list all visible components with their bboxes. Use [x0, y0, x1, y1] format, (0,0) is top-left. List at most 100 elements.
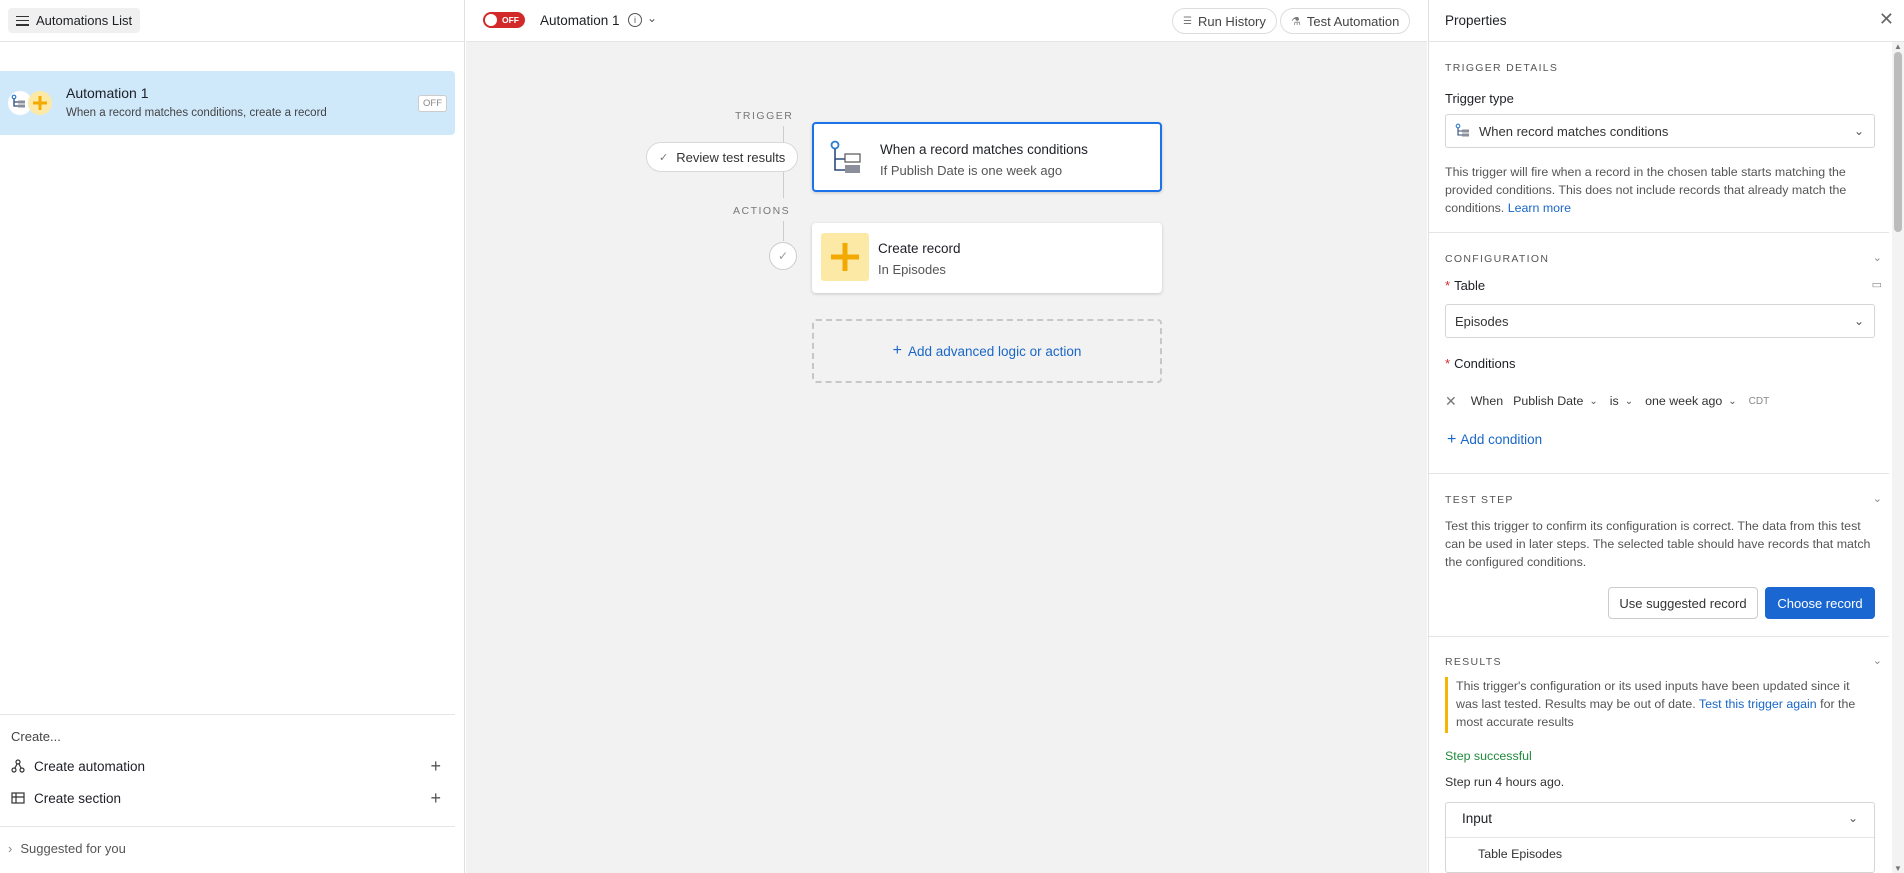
properties-scrollbar[interactable]: ▲ ▼ [1892, 42, 1904, 873]
trigger-label: TRIGGER [735, 110, 794, 122]
condition-operator[interactable]: is [1610, 394, 1619, 408]
plus-icon: + [892, 342, 902, 359]
chevron-down-icon[interactable]: ⌄ [1873, 251, 1882, 264]
test-automation-label: Test Automation [1306, 13, 1400, 29]
automation-toggle[interactable]: OFF [483, 12, 525, 28]
step-run-time: Step run 4 hours ago. [1445, 775, 1565, 789]
divider [1429, 232, 1889, 233]
suggested-for-you[interactable]: › Suggested for you [0, 826, 455, 873]
condition-field[interactable]: Publish Date [1513, 394, 1583, 408]
chevron-down-icon[interactable]: ⌄ [1873, 492, 1882, 505]
learn-more-link[interactable]: Learn more [1508, 201, 1571, 215]
timezone-label: CDT [1748, 395, 1770, 407]
action-card-subtitle: In Episodes [878, 262, 946, 277]
condition-row: ✕ When Publish Date ⌄ is ⌄ one week ago ⌄ C… [1445, 390, 1875, 412]
trigger-details-heading: TRIGGER DETAILS [1445, 62, 1559, 74]
trigger-type-value: When record matches conditions [1479, 123, 1669, 139]
input-table-row: Table Episodes [1478, 847, 1563, 861]
condition-value[interactable]: one week ago [1645, 394, 1722, 408]
create-automation-row[interactable]: Create automation + [11, 753, 451, 779]
chevron-down-icon[interactable]: ⌄ [1873, 654, 1882, 667]
test-automation-button[interactable]: ⚗ Test Automation [1280, 8, 1411, 34]
trigger-card[interactable]: When a record matches conditions If Publ… [812, 122, 1162, 192]
hamburger-icon [16, 15, 29, 26]
scroll-up-icon[interactable]: ▲ [1894, 42, 1902, 51]
chevron-down-icon: ⌄ [1853, 124, 1864, 138]
input-accordion[interactable]: Input ⌄ Table Episodes [1445, 802, 1875, 873]
info-icon[interactable]: i [628, 13, 642, 27]
create-section-row[interactable]: Create section + [11, 785, 451, 811]
chevron-down-icon[interactable]: ⌄ [1625, 396, 1633, 407]
trigger-type-select[interactable]: When record matches conditions ⌄ [1445, 114, 1875, 148]
automation-list-item[interactable]: Automation 1 When a record matches condi… [0, 71, 455, 135]
automation-description: When a record matches conditions, create… [66, 107, 327, 119]
divider [1429, 636, 1889, 637]
chevron-down-icon[interactable]: ⌄ [1589, 396, 1597, 407]
check-icon: ✓ [659, 151, 669, 164]
suggested-label: Suggested for you [20, 841, 126, 856]
scroll-down-icon[interactable]: ▼ [1894, 864, 1902, 873]
plus-icon[interactable]: + [430, 789, 441, 807]
divider [1429, 473, 1889, 474]
use-suggested-record-button[interactable]: Use suggested record [1608, 587, 1758, 619]
trigger-description: This trigger will fire when a record in … [1445, 163, 1875, 217]
chevron-down-icon: ⌄ [1853, 314, 1864, 328]
chevron-down-icon[interactable]: ⌄ [1728, 396, 1736, 407]
review-label: Review test results [676, 149, 786, 165]
action-card[interactable]: Create record In Episodes [812, 223, 1162, 293]
review-test-results-button[interactable]: ✓ Review test results [646, 142, 799, 172]
step-success-status: Step successful [1445, 749, 1532, 763]
automations-sidebar: Automations List Automation 1 When a rec… [0, 0, 465, 873]
connector-line [783, 126, 784, 142]
create-section: Create... Create automation + Create sec… [0, 714, 455, 826]
trigger-card-subtitle: If Publish Date is one week ago [880, 163, 1063, 178]
conditions-label: * Conditions [1445, 356, 1516, 371]
add-logic-button[interactable]: + Add advanced logic or action [812, 319, 1162, 383]
create-automation-label: Create automation [34, 758, 146, 774]
create-section-label: Create section [34, 790, 122, 806]
create-record-icon [28, 91, 52, 115]
configuration-heading: CONFIGURATION [1445, 253, 1550, 265]
trigger-type-label: Trigger type [1445, 91, 1514, 106]
test-step-heading: TEST STEP [1445, 494, 1514, 506]
automations-list-button[interactable]: Automations List [8, 8, 141, 33]
test-again-link[interactable]: Test this trigger again [1699, 697, 1817, 711]
remove-condition-icon[interactable]: ✕ [1445, 393, 1457, 410]
actions-label: ACTIONS [733, 205, 791, 217]
run-history-label: Run History [1197, 13, 1266, 29]
trigger-description-text: This trigger will fire when a record in … [1445, 165, 1847, 215]
scrollbar-thumb[interactable] [1894, 52, 1902, 232]
table-icon [11, 791, 25, 805]
expand-icon[interactable]: ▭ [1872, 278, 1882, 291]
run-history-button[interactable]: ☰ Run History [1172, 8, 1277, 34]
chevron-down-icon: ⌄ [1847, 811, 1858, 825]
trigger-icon [823, 134, 871, 182]
close-icon[interactable]: ✕ [1879, 9, 1894, 30]
add-condition-button[interactable]: + Add condition [1447, 431, 1542, 449]
plus-icon[interactable]: + [430, 757, 441, 775]
connector-line [783, 221, 784, 241]
outdated-warning: This trigger's configuration or its used… [1445, 677, 1875, 733]
automation-name: Automation 1 [66, 85, 149, 101]
create-label: Create... [11, 729, 61, 744]
chevron-down-icon[interactable]: ⌄ [647, 11, 657, 25]
properties-header: Properties ✕ [1429, 0, 1904, 42]
canvas-header: OFF Automation 1 i ⌄ ☰ Run History ⚗ Tes… [466, 0, 1427, 42]
condition-when: When [1470, 394, 1504, 408]
action-card-title: Create record [878, 241, 961, 256]
input-title: Input [1462, 811, 1493, 826]
step-check-icon: ✓ [769, 242, 797, 270]
choose-record-button[interactable]: Choose record [1765, 587, 1875, 619]
plus-icon: + [1447, 431, 1457, 448]
flask-icon: ⚗ [1291, 15, 1301, 28]
trigger-type-icon [1455, 123, 1471, 140]
toggle-label: OFF [502, 15, 519, 25]
chevron-right-icon: › [8, 841, 13, 856]
table-select[interactable]: Episodes ⌄ [1445, 304, 1875, 338]
automations-list-label: Automations List [36, 13, 133, 28]
sidebar-header: Automations List [0, 0, 464, 42]
divider [1446, 837, 1874, 838]
table-value: Episodes [1455, 313, 1509, 329]
automation-title[interactable]: Automation 1 [540, 13, 620, 28]
create-record-icon [821, 233, 869, 281]
